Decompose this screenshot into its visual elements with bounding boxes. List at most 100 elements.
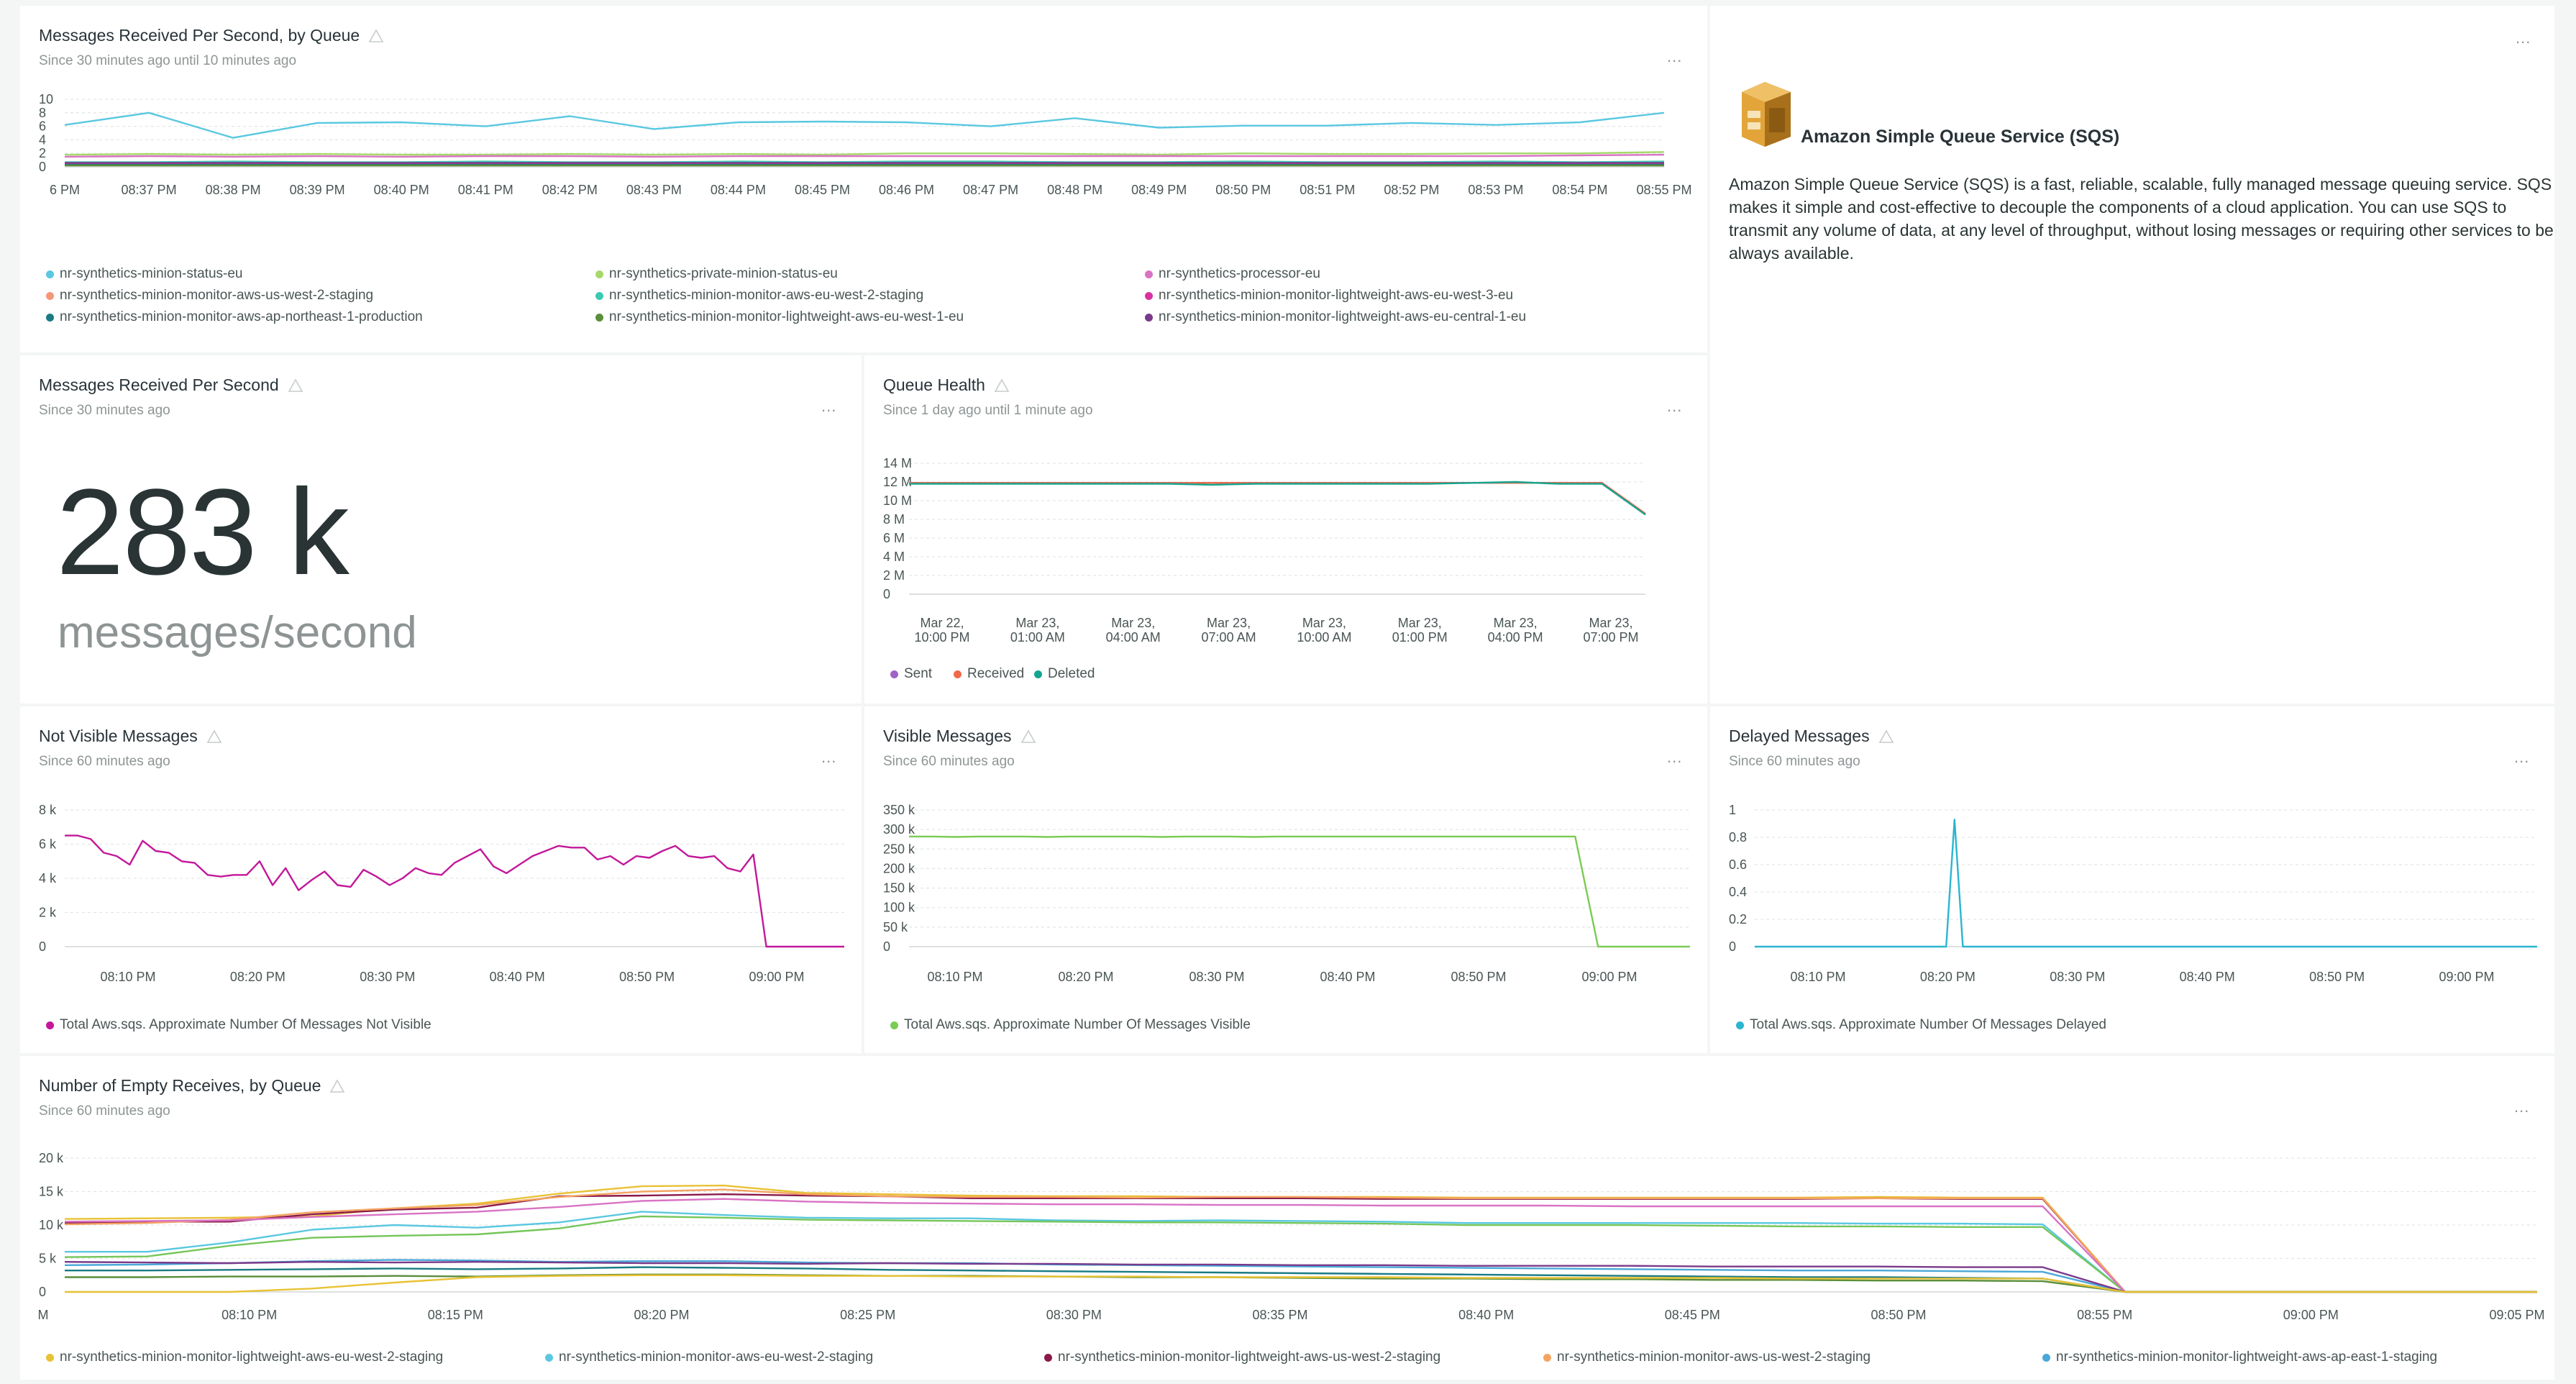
widget-title: Delayed Messages (1729, 727, 1894, 746)
x-tick-label: 08:40 PM (374, 183, 429, 197)
widget-sqs-info: ... Amazon Simple Queue Service (SQS) Am… (1710, 6, 2554, 704)
legend-item[interactable]: nr-synthetics-minion-monitor-lightweight… (1145, 309, 1526, 325)
legend-swatch (595, 270, 603, 278)
not-visible-chart: 0 2 k 4 k 6 k 8 k 08:10 PM 08:20 PM 08:30 PM 08:… (39, 803, 844, 984)
visible-chart: 0 50 k 100 k 150 k 200 k 250 k 300 k 350 k 08:10… (883, 803, 1690, 984)
more-options-icon[interactable]: ... (1667, 748, 1682, 767)
more-options-icon[interactable]: ... (1667, 47, 1682, 66)
widget-visible-messages: Visible Messages Since 60 minutes ago ..… (864, 706, 1707, 1053)
legend-swatch (46, 291, 54, 300)
x-tick-label: Mar 23, (1111, 616, 1155, 630)
x-tick-label: 08:35 PM (1252, 1308, 1307, 1322)
x-tick-label: 08:20 PM (1920, 970, 1976, 984)
legend-label: nr-synthetics-private-minion-status-eu (609, 266, 838, 281)
x-tick-label: 07:00 AM (1202, 630, 1256, 645)
x-tick-label: 08:44 PM (711, 183, 766, 197)
more-options-icon[interactable]: ... (821, 748, 836, 767)
x-tick-label: 08:30 PM (360, 970, 415, 984)
x-tick-label: 08:38 PM (206, 183, 261, 197)
legend-item[interactable]: nr-synthetics-minion-monitor-aws-eu-west… (595, 288, 923, 304)
y-tick-label: 5 k (39, 1252, 57, 1266)
chart-legend: Total Aws.sqs. Approximate Number Of Mes… (1736, 1017, 2527, 1039)
legend-swatch (46, 313, 54, 322)
legend-item[interactable]: nr-synthetics-minion-monitor-lightweight… (595, 309, 964, 325)
legend-swatch (1145, 291, 1153, 300)
y-tick-label: 1 (1729, 803, 1736, 817)
y-tick-label: 10 M (883, 493, 912, 508)
x-tick-label: 08:50 PM (619, 970, 675, 984)
y-tick-label: 2 k (39, 906, 57, 920)
legend-swatch (46, 1353, 54, 1362)
empty-receives-chart: 0 5 k 10 k 15 k 20 k M 08:10 PM 08:15 PM 08:20 P… (38, 1151, 2545, 1322)
legend-item[interactable]: nr-synthetics-private-minion-status-eu (595, 266, 838, 282)
legend-item[interactable]: nr-synthetics-minion-monitor-aws-eu-west… (545, 1349, 873, 1365)
legend-label: nr-synthetics-minion-monitor-aws-eu-west… (559, 1349, 874, 1365)
y-tick-label: 20 k (39, 1151, 64, 1165)
x-tick-label: 08:40 PM (1458, 1308, 1514, 1322)
legend-label: nr-synthetics-minion-status-eu (60, 266, 243, 281)
y-tick-label: 150 k (883, 881, 915, 896)
legend-label: nr-synthetics-minion-monitor-lightweight… (609, 309, 964, 324)
x-tick-label: 08:20 PM (1058, 970, 1113, 984)
x-tick-label: 08:43 PM (626, 183, 682, 197)
more-options-icon[interactable]: ... (1667, 397, 1682, 416)
x-tick-label: 6 PM (50, 183, 80, 197)
x-tick-label: 08:55 PM (2077, 1308, 2132, 1322)
more-options-icon[interactable]: ... (821, 397, 836, 416)
warning-icon[interactable] (206, 729, 222, 744)
x-tick-label: 08:20 PM (634, 1308, 689, 1322)
legend-label: nr-synthetics-minion-monitor-aws-ap-nort… (60, 309, 423, 324)
legend-label: nr-synthetics-minion-monitor-lightweight… (1159, 288, 1514, 303)
legend-item[interactable]: nr-synthetics-minion-monitor-lightweight… (1044, 1349, 1440, 1365)
y-tick-label: 0 (883, 939, 890, 954)
x-tick-label: Mar 22, (920, 616, 964, 630)
more-options-icon[interactable]: ... (2516, 29, 2531, 47)
y-tick-label: 0.8 (1729, 830, 1747, 844)
warning-icon[interactable] (1878, 729, 1894, 744)
legend-swatch (954, 670, 962, 678)
x-tick-label: 08:15 PM (428, 1308, 483, 1322)
legend-item[interactable]: nr-synthetics-processor-eu (1145, 266, 1320, 282)
widget-title: Messages Received Per Second, by Queue (39, 26, 384, 45)
more-options-icon[interactable]: ... (2514, 748, 2529, 767)
x-tick-label: 09:05 PM (2489, 1308, 2544, 1322)
legend-item[interactable]: Deleted (1034, 666, 1095, 682)
x-tick-label: 08:53 PM (1468, 183, 1523, 197)
legend-label: nr-synthetics-minion-monitor-aws-us-west… (60, 288, 374, 303)
legend-item[interactable]: nr-synthetics-minion-status-eu (46, 266, 242, 282)
legend-item[interactable]: Total Aws.sqs. Approximate Number Of Mes… (46, 1017, 431, 1033)
widget-title: Messages Received Per Second (39, 375, 303, 395)
warning-icon[interactable] (994, 378, 1010, 393)
legend-item[interactable]: nr-synthetics-minion-monitor-aws-us-west… (46, 288, 373, 304)
legend-item[interactable]: nr-synthetics-minion-monitor-lightweight… (2042, 1349, 2437, 1365)
series-line (1755, 819, 2537, 948)
warning-icon[interactable] (1020, 729, 1036, 744)
x-tick-label: 10:00 AM (1297, 630, 1351, 645)
widget-subtitle: Since 60 minutes ago (39, 1103, 170, 1119)
y-tick-label: 4 (39, 132, 46, 147)
legend-item[interactable]: nr-synthetics-minion-monitor-aws-ap-nort… (46, 309, 423, 325)
legend-item[interactable]: nr-synthetics-minion-monitor-lightweight… (46, 1349, 443, 1365)
x-tick-label: 08:50 PM (1451, 970, 1506, 984)
chart-legend: Total Aws.sqs. Approximate Number Of Mes… (890, 1017, 1681, 1039)
series-line (64, 111, 1665, 139)
x-tick-label: M (38, 1308, 49, 1322)
warning-icon[interactable] (329, 1078, 345, 1093)
warning-icon[interactable] (368, 28, 384, 43)
x-tick-label: 10:00 PM (914, 630, 969, 645)
legend-item[interactable]: Sent (890, 666, 932, 682)
legend-item[interactable]: Total Aws.sqs. Approximate Number Of Mes… (1736, 1017, 2106, 1033)
legend-item[interactable]: nr-synthetics-minion-monitor-aws-us-west… (1543, 1349, 1871, 1365)
chart-legend: nr-synthetics-minion-status-eu nr-synthet… (46, 266, 1700, 345)
delayed-chart: 0 0.2 0.4 0.6 0.8 1 08:10 PM 08:20 PM 08:30 PM 08… (1729, 803, 2537, 984)
x-tick-label: Mar 23, (1207, 616, 1251, 630)
warning-icon[interactable] (288, 378, 303, 393)
x-tick-label: 09:00 PM (2439, 970, 2494, 984)
more-options-icon[interactable]: ... (2514, 1098, 2529, 1116)
legend-item[interactable]: Received (954, 666, 1024, 682)
x-tick-label: 09:00 PM (1581, 970, 1637, 984)
legend-item[interactable]: Total Aws.sqs. Approximate Number Of Mes… (890, 1017, 1251, 1033)
x-tick-label: Mar 23, (1494, 616, 1538, 630)
x-tick-label: Mar 23, (1398, 616, 1442, 630)
legend-item[interactable]: nr-synthetics-minion-monitor-lightweight… (1145, 288, 1513, 304)
